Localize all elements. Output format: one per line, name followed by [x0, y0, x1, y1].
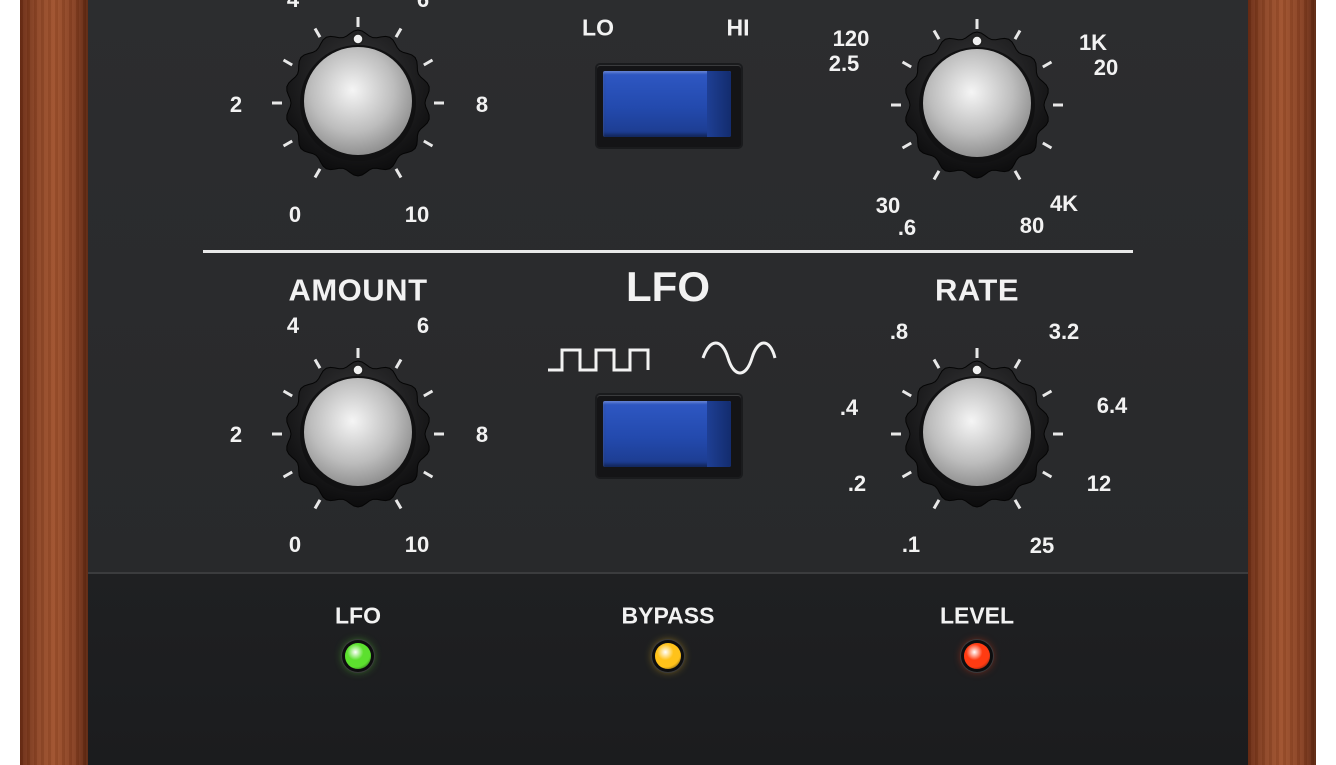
top-left-knob-label-10: 10 — [404, 202, 430, 227]
lfo-waveform-switch[interactable] — [597, 395, 741, 477]
amount-knob-label-0: 0 — [288, 532, 302, 557]
bypass-led-icon — [655, 643, 681, 669]
range-switch[interactable] — [597, 65, 741, 147]
switch-lo-label: LO — [582, 14, 614, 41]
rate-knob-label-3-2: 3.2 — [1048, 319, 1080, 344]
rate-knob-label-6-4: 6.4 — [1096, 393, 1128, 418]
amount-title: AMOUNT — [288, 272, 428, 308]
amount-knob-label-6: 6 — [416, 313, 430, 338]
top-left-knob-label-4: 4 — [287, 0, 299, 11]
rate-knob-label-0-4: .4 — [839, 395, 859, 420]
amount-knob-label-10: 10 — [404, 532, 430, 557]
top-right-knob-label-20: 20 — [1093, 55, 1119, 80]
lfo-title: LFO — [626, 263, 710, 310]
amount-knob[interactable] — [270, 346, 446, 522]
wood-side-left — [20, 0, 88, 765]
bypass-indicator-label: BYPASS — [621, 602, 715, 629]
top-left-knob-label-6: 6 — [417, 0, 429, 11]
sine-wave-icon — [701, 341, 777, 375]
top-left-knob[interactable] — [270, 15, 446, 191]
switch-hi-label: HI — [726, 14, 750, 41]
lfo-indicator-label: LFO — [335, 602, 381, 629]
amount-knob-label-2: 2 — [229, 422, 243, 447]
top-left-knob-label-0: 0 — [288, 202, 302, 227]
rate-knob-label-0-8: .8 — [889, 319, 909, 344]
top-right-knob-label-4k: 4K — [1049, 191, 1079, 216]
top-left-knob-label-8: 8 — [475, 92, 489, 117]
top-right-knob-label-0-6: .6 — [897, 215, 917, 240]
top-right-knob-label-80: 80 — [1019, 213, 1045, 238]
rate-title: RATE — [934, 272, 1020, 308]
square-wave-icon — [548, 348, 650, 372]
rate-knob-label-0-2: .2 — [847, 471, 867, 496]
lfo-led-icon — [345, 643, 371, 669]
top-left-knob-label-2: 2 — [229, 92, 243, 117]
wood-side-right — [1248, 0, 1316, 765]
rate-knob-label-0-1: .1 — [901, 532, 921, 557]
rate-knob-label-12: 12 — [1086, 471, 1112, 496]
amount-knob-label-8: 8 — [475, 422, 489, 447]
rate-knob-label-25: 25 — [1029, 533, 1055, 558]
level-indicator-label: LEVEL — [939, 602, 1015, 629]
top-right-knob-label-1k: 1K — [1078, 30, 1108, 55]
lfo-waveform-switch-paddle[interactable] — [603, 401, 731, 467]
amount-knob-label-4: 4 — [286, 313, 300, 338]
top-right-knob-label-30: 30 — [875, 193, 901, 218]
rate-knob[interactable] — [889, 346, 1065, 522]
top-right-knob-label-120: 120 — [832, 26, 870, 51]
top-right-knob[interactable] — [889, 17, 1065, 193]
top-right-knob-label-2-5: 2.5 — [828, 51, 860, 76]
level-led-icon — [964, 643, 990, 669]
range-switch-paddle[interactable] — [603, 71, 731, 137]
section-divider — [203, 250, 1133, 253]
